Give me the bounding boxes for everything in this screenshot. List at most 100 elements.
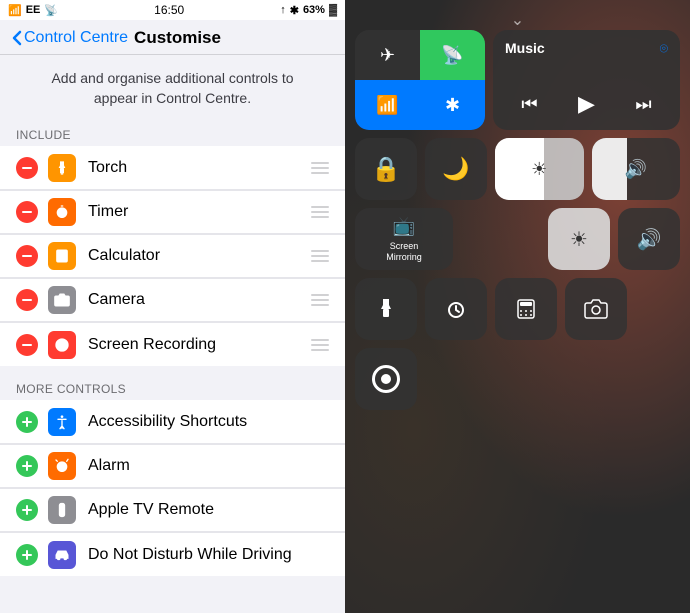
previous-track-button[interactable]: ⏮	[521, 94, 537, 115]
more-controls-header: MORE CONTROLS	[0, 374, 345, 400]
control-centre-container: ✈ 📡 📶 ✱ Music ⌾ ⏮ ▶ ⏭ 🔒 🌙	[355, 30, 680, 410]
calculator-icon	[48, 242, 76, 270]
battery-percent: 63%	[303, 4, 325, 16]
remove-camera-button[interactable]	[16, 289, 38, 311]
timer-icon	[48, 198, 76, 226]
status-right: ↑ ✱ 63% ▓	[280, 4, 337, 17]
accessibility-label: Accessibility Shortcuts	[88, 413, 329, 431]
list-item: Torch	[0, 146, 345, 190]
cc-row-4	[355, 278, 680, 340]
drag-handle[interactable]	[311, 339, 329, 351]
camera-icon	[48, 286, 76, 314]
include-header: INCLUDE	[0, 120, 345, 146]
cc-row-2: 🔒 🌙 ☀ 🔊	[355, 138, 680, 200]
remove-timer-button[interactable]	[16, 201, 38, 223]
cc-row-3: 📺 Screen Mirroring ☀ 🔊	[355, 208, 680, 270]
volume-icon: 🔊	[625, 159, 647, 180]
volume-fill	[592, 138, 627, 200]
battery-icon: ▓	[329, 4, 337, 16]
svg-text:tv: tv	[60, 505, 63, 510]
drag-handle[interactable]	[311, 294, 329, 306]
screen-mirroring-button[interactable]: 📺 Screen Mirroring	[355, 208, 453, 270]
airplane-mode-button[interactable]: ✈	[355, 30, 420, 80]
add-alarm-button[interactable]	[16, 455, 38, 477]
drag-handle[interactable]	[311, 206, 329, 218]
screen-recording-icon	[48, 331, 76, 359]
add-accessibility-button[interactable]	[16, 411, 38, 433]
camera-button[interactable]	[565, 278, 627, 340]
screen-recording-label: Screen Recording	[88, 336, 303, 354]
volume-slider[interactable]: 🔊	[592, 138, 681, 200]
description-text: Add and organise additional controls to …	[0, 55, 345, 120]
brightness-slider[interactable]: ☀	[495, 138, 584, 200]
recording-inner	[381, 374, 391, 384]
extra-slider-2[interactable]: 🔊	[618, 208, 680, 270]
cc-row-1: ✈ 📡 📶 ✱ Music ⌾ ⏮ ▶ ⏭	[355, 30, 680, 130]
remove-calculator-button[interactable]	[16, 245, 38, 267]
add-appletv-button[interactable]	[16, 499, 38, 521]
location-icon: ↑	[280, 4, 286, 16]
torch-button[interactable]	[355, 278, 417, 340]
orientation-lock-button[interactable]: 🔒	[355, 138, 417, 200]
time-display: 16:50	[154, 3, 184, 17]
include-list: Torch Timer	[0, 146, 345, 366]
connectivity-block[interactable]: ✈ 📡 📶 ✱	[355, 30, 485, 130]
bluetooth-button[interactable]: ✱	[420, 80, 485, 130]
mirroring-icon: 📺	[393, 216, 415, 237]
timer-button[interactable]	[425, 278, 487, 340]
play-button[interactable]: ▶	[570, 88, 602, 120]
recording-circle	[372, 365, 400, 393]
separator	[0, 366, 345, 374]
list-item: Screen Recording	[0, 322, 345, 366]
list-item: Calculator	[0, 234, 345, 278]
wifi-toggle[interactable]: 📡	[420, 30, 485, 80]
dnd-driving-label: Do Not Disturb While Driving	[88, 546, 329, 564]
list-item: Do Not Disturb While Driving	[0, 532, 345, 576]
music-block: Music ⌾ ⏮ ▶ ⏭	[493, 30, 680, 130]
music-header: Music ⌾	[505, 40, 668, 57]
back-label[interactable]: Control Centre	[24, 29, 128, 47]
airplay-icon[interactable]: ⌾	[660, 40, 668, 57]
music-controls: ⏮ ▶ ⏭	[505, 88, 668, 120]
control-centre-panel: ⌄ ✈ 📡 📶 ✱ Music ⌾ ⏮ ▶ ⏭	[345, 0, 690, 613]
dnd-driving-icon	[48, 541, 76, 569]
remove-screen-recording-button[interactable]	[16, 334, 38, 356]
calculator-label: Calculator	[88, 247, 303, 265]
accessibility-icon	[48, 408, 76, 436]
alarm-label: Alarm	[88, 457, 329, 475]
add-dnd-driving-button[interactable]	[16, 544, 38, 566]
signal-bars: 📶	[8, 4, 22, 17]
more-controls-list: Accessibility Shortcuts Alarm tv	[0, 400, 345, 576]
music-title: Music	[505, 40, 545, 56]
drag-handle[interactable]	[311, 250, 329, 262]
carrier: EE	[26, 4, 41, 16]
calculator-button[interactable]	[495, 278, 557, 340]
status-bar: 📶 EE 📡 16:50 ↑ ✱ 63% ▓	[0, 0, 345, 20]
appletv-label: Apple TV Remote	[88, 501, 329, 519]
nav-bar: Control Centre Customise	[0, 20, 345, 55]
brightness-icon: ☀	[531, 159, 547, 180]
back-button[interactable]: Control Centre	[12, 29, 128, 47]
appletv-icon: tv	[48, 496, 76, 524]
list-item: Accessibility Shortcuts	[0, 400, 345, 444]
chevron-down-icon[interactable]: ⌄	[511, 10, 524, 30]
do-not-disturb-button[interactable]: 🌙	[425, 138, 487, 200]
torch-label: Torch	[88, 159, 303, 177]
alarm-icon	[48, 452, 76, 480]
left-panel: 📶 EE 📡 16:50 ↑ ✱ 63% ▓ Control Centre Cu…	[0, 0, 345, 613]
timer-label: Timer	[88, 203, 303, 221]
torch-icon	[48, 154, 76, 182]
drag-handle[interactable]	[311, 162, 329, 174]
wifi-button[interactable]: 📶	[355, 80, 420, 130]
cc-row-5	[355, 348, 680, 410]
bluetooth-icon: ✱	[290, 4, 299, 17]
camera-label: Camera	[88, 291, 303, 309]
remove-torch-button[interactable]	[16, 157, 38, 179]
list-item: Timer	[0, 190, 345, 234]
mirroring-label: Screen Mirroring	[386, 241, 422, 263]
page-title: Customise	[134, 28, 221, 48]
screen-recording-button[interactable]	[355, 348, 417, 410]
list-item: Alarm	[0, 444, 345, 488]
next-track-button[interactable]: ⏭	[635, 94, 651, 115]
extra-slider-1[interactable]: ☀	[548, 208, 610, 270]
